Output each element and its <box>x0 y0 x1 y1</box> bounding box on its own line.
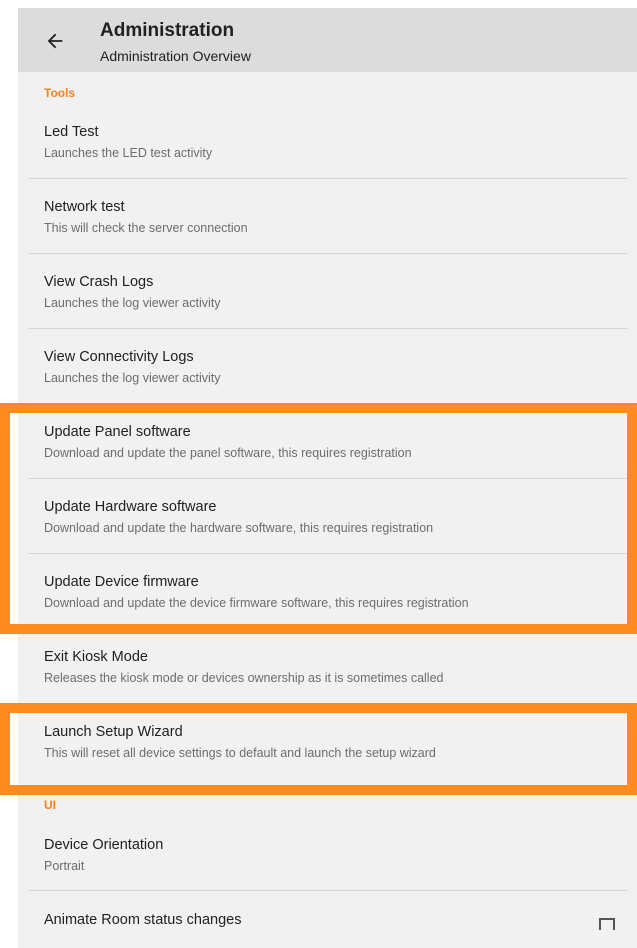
pref-summary: Download and update the panel software, … <box>44 446 412 460</box>
pref-summary: This will reset all device settings to d… <box>44 746 436 760</box>
pref-title: Led Test <box>44 124 99 140</box>
divider <box>28 553 628 554</box>
pref-summary: Download and update the hardware softwar… <box>44 521 434 535</box>
pref-led-test[interactable]: Led Test Launches the LED test activity <box>18 120 637 178</box>
pref-view-connectivity-logs[interactable]: View Connectivity Logs Launches the log … <box>18 345 637 403</box>
divider <box>28 253 628 254</box>
divider <box>28 628 628 629</box>
pref-device-orientation[interactable]: Device Orientation Portrait <box>18 833 637 891</box>
back-arrow-icon[interactable] <box>44 30 66 52</box>
divider <box>28 478 628 479</box>
divider <box>28 890 628 891</box>
settings-screen: Administration Administration Overview T… <box>18 8 637 948</box>
pref-title: Update Hardware software <box>44 499 217 515</box>
category-ui: UI <box>44 798 56 812</box>
pref-title: Launch Setup Wizard <box>44 724 183 740</box>
pref-exit-kiosk-mode[interactable]: Exit Kiosk Mode Releases the kiosk mode … <box>18 645 637 703</box>
pref-network-test[interactable]: Network test This will check the server … <box>18 195 637 253</box>
pref-title: Device Orientation <box>44 837 164 853</box>
pref-summary: Portrait <box>44 859 85 873</box>
category-tools: Tools <box>44 86 76 100</box>
divider <box>28 403 628 404</box>
pref-summary: Download and update the device firmware … <box>44 596 469 610</box>
pref-view-crash-logs[interactable]: View Crash Logs Launches the log viewer … <box>18 270 637 328</box>
pref-title: Animate Room status changes <box>44 912 242 928</box>
app-bar: Administration Administration Overview <box>18 8 637 72</box>
divider <box>28 178 628 179</box>
pref-title: View Crash Logs <box>44 274 154 290</box>
pref-summary: Launches the log viewer activity <box>44 371 221 385</box>
pref-title: Network test <box>44 199 125 215</box>
pref-title: Update Panel software <box>44 424 191 440</box>
pref-summary: Launches the log viewer activity <box>44 296 221 310</box>
divider <box>28 328 628 329</box>
pref-update-device-firmware[interactable]: Update Device firmware Download and upda… <box>18 570 637 628</box>
pref-update-hardware-software[interactable]: Update Hardware software Download and up… <box>18 495 637 553</box>
pref-launch-setup-wizard[interactable]: Launch Setup Wizard This will reset all … <box>18 720 637 778</box>
pref-summary: Releases the kiosk mode or devices owner… <box>44 671 444 685</box>
pref-summary: This will check the server connection <box>44 221 248 235</box>
pref-summary: Launches the LED test activity <box>44 146 213 160</box>
page-subtitle: Administration Overview <box>100 48 251 64</box>
pref-title: View Connectivity Logs <box>44 349 194 365</box>
pref-update-panel-software[interactable]: Update Panel software Download and updat… <box>18 420 637 478</box>
divider <box>28 703 628 704</box>
page-title: Administration <box>100 20 235 41</box>
pref-animate-room-status[interactable]: Animate Room status changes <box>18 908 637 948</box>
checkbox-icon[interactable] <box>599 918 615 930</box>
pref-title: Update Device firmware <box>44 574 199 590</box>
pref-title: Exit Kiosk Mode <box>44 649 148 665</box>
